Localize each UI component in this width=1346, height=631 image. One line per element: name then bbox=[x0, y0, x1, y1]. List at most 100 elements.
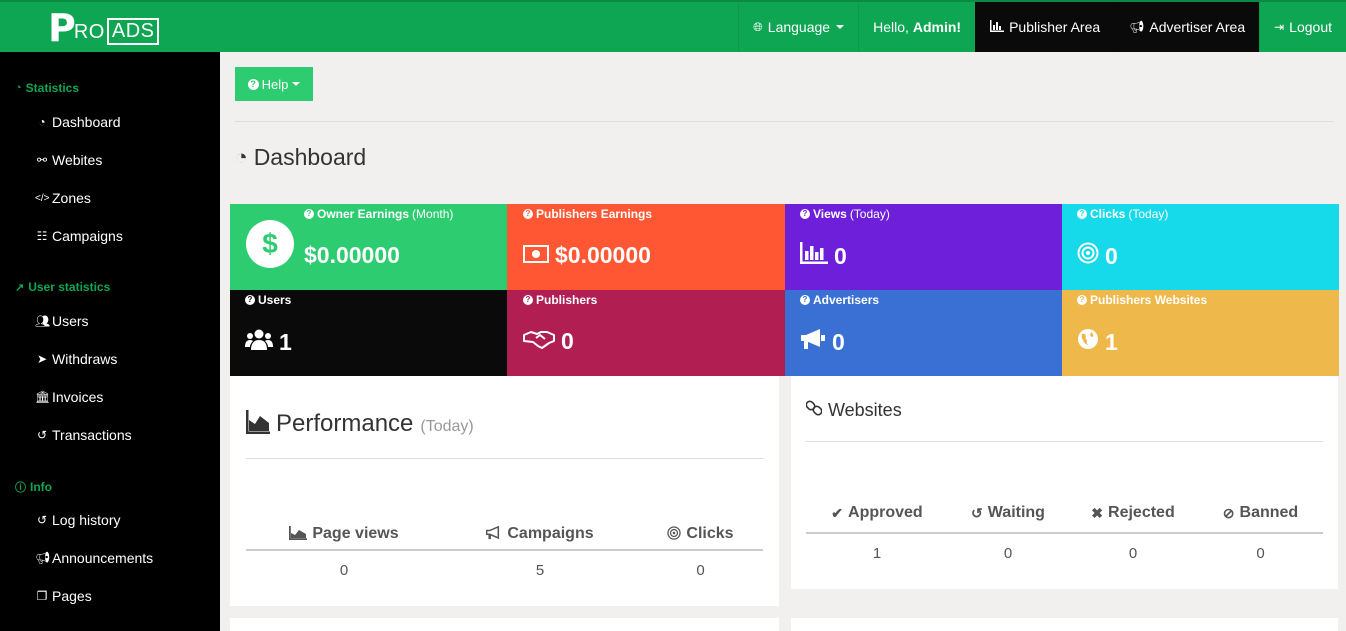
col-banned: ⊘ Banned bbox=[1198, 498, 1323, 528]
bank-icon: 🏛︎ bbox=[35, 390, 51, 404]
dashboard-icon: ◔ bbox=[15, 82, 22, 94]
hello-text: Hello, bbox=[873, 19, 909, 35]
top-navbar: P RO ADS 🌐︎ Language Hello, Admin! Publi… bbox=[0, 0, 1346, 52]
table-row: 1 0 0 0 bbox=[806, 541, 1323, 565]
col-clicks: Clicks bbox=[638, 519, 763, 549]
history-icon: ↺ bbox=[971, 504, 983, 521]
sidebar-item-websites[interactable]: ⚯ Webites bbox=[35, 152, 102, 168]
bullhorn-icon bbox=[800, 328, 826, 356]
tile-value: 1 bbox=[279, 328, 292, 355]
sidebar-item-zones[interactable]: </> Zones bbox=[35, 190, 91, 206]
tile-label: ? Publishers Earnings bbox=[523, 207, 652, 221]
tile-value-row: 0 bbox=[800, 242, 847, 270]
tile-publishers-earnings: ? Publishers Earnings $0.00000 bbox=[507, 204, 785, 290]
tile-value: 0 bbox=[832, 328, 845, 355]
sidebar-item-label: Campaigns bbox=[52, 228, 123, 244]
publisher-area-link[interactable]: Publisher Area bbox=[975, 2, 1115, 52]
users-icon bbox=[245, 328, 273, 356]
performance-sub: (Today) bbox=[420, 418, 474, 435]
tile-views: ? Views (Today) 0 bbox=[785, 204, 1062, 290]
copy-icon: ❐ bbox=[36, 589, 48, 603]
col-waiting: ↺ Waiting bbox=[948, 498, 1068, 528]
clicks-value: 0 bbox=[696, 561, 705, 579]
tile-label-text: Publishers Websites bbox=[1090, 293, 1208, 307]
question-icon: ? bbox=[1077, 209, 1087, 219]
chevron-down-icon bbox=[836, 25, 845, 29]
bullseye-icon bbox=[1077, 242, 1099, 270]
help-label: Help bbox=[261, 76, 289, 92]
performance-table-header: Page views Campaigns Clicks bbox=[246, 519, 763, 549]
divider bbox=[806, 532, 1323, 534]
tile-label-text: Publishers Earnings bbox=[536, 207, 653, 221]
advertiser-area-link[interactable]: 📢︎ Advertiser Area bbox=[1114, 2, 1260, 52]
sidebar-item-label: Withdraws bbox=[52, 351, 118, 367]
history-icon: ↺ bbox=[36, 428, 48, 442]
tile-label-sub: (Today) bbox=[1128, 207, 1169, 221]
sidebar-item-announcements[interactable]: 📢︎ Announcements bbox=[35, 550, 153, 566]
users-icon: 👥︎ bbox=[35, 314, 51, 328]
campaigns-value: 5 bbox=[535, 561, 545, 579]
logout-icon: ⇥ bbox=[1274, 20, 1285, 34]
bar-chart-icon bbox=[990, 19, 1005, 35]
header-text: Approved bbox=[848, 504, 923, 521]
col-page-views: Page views bbox=[246, 519, 442, 549]
chevron-down-icon bbox=[292, 82, 301, 86]
tile-label: ? Users bbox=[245, 293, 291, 307]
tile-label-sub: (Today) bbox=[849, 207, 890, 221]
sidebar-item-log-history[interactable]: ↺ Log history bbox=[35, 512, 121, 528]
tile-label: ? Owner Earnings (Month) bbox=[304, 207, 453, 221]
waiting-value: 0 bbox=[1003, 544, 1013, 562]
close-icon: ✖ bbox=[1091, 504, 1104, 521]
bullhorn-icon: 📢︎ bbox=[35, 551, 51, 565]
sidebar-item-withdraws[interactable]: ➤ Withdraws bbox=[35, 351, 117, 367]
divider bbox=[235, 121, 1334, 122]
tile-label-text: Owner Earnings bbox=[317, 207, 410, 221]
sidebar-item-label: Pages bbox=[52, 588, 92, 604]
question-icon: ? bbox=[523, 295, 533, 305]
sidebar-item-pages[interactable]: ❐ Pages bbox=[35, 588, 92, 604]
proads-logo[interactable]: P RO ADS bbox=[48, 6, 160, 50]
divider bbox=[246, 549, 763, 551]
sidebar-item-transactions[interactable]: ↺ Transactions bbox=[35, 427, 132, 443]
help-button[interactable]: ? Help bbox=[235, 67, 313, 101]
send-icon: ➤ bbox=[36, 352, 48, 366]
tile-label-text: Advertisers bbox=[813, 293, 880, 307]
approved-value: 1 bbox=[872, 544, 882, 562]
header-text: Waiting bbox=[987, 504, 1045, 521]
sidebar-item-dashboard[interactable]: ◔ Dashboard bbox=[35, 114, 121, 130]
sidebar-item-users[interactable]: 👥︎ Users bbox=[35, 313, 89, 329]
logout-link[interactable]: ⇥ Logout bbox=[1259, 2, 1346, 52]
sidebar-item-campaigns[interactable]: ☷ Campaigns bbox=[35, 228, 123, 244]
tile-clicks: ? Clicks (Today) 0 bbox=[1062, 204, 1339, 290]
sidebar-item-label: Transactions bbox=[52, 427, 132, 443]
tile-value-row: $0.00000 bbox=[523, 242, 651, 269]
sidebar-item-label: Users bbox=[52, 313, 89, 329]
database-icon: ☷ bbox=[36, 229, 48, 243]
tile-value-row: 0 bbox=[800, 328, 845, 356]
sidebar-item-label: Log history bbox=[52, 512, 121, 528]
publisher-area-label: Publisher Area bbox=[1009, 19, 1101, 35]
sidebar-section-statistics: ◔ Statistics bbox=[15, 81, 79, 95]
language-dropdown[interactable]: 🌐︎ Language bbox=[738, 2, 858, 52]
question-icon: ? bbox=[304, 209, 314, 219]
page-views-value: 0 bbox=[339, 561, 349, 579]
dollar-icon: $ bbox=[246, 220, 294, 268]
sidebar: ◔ Statistics ◔ Dashboard ⚯ Webites </> Z… bbox=[0, 52, 220, 631]
info-icon: ⓘ bbox=[15, 482, 26, 494]
tile-value: 0 bbox=[834, 242, 847, 269]
tile-value: $0.00000 bbox=[304, 242, 400, 268]
sidebar-item-label: Zones bbox=[52, 190, 91, 206]
tile-value: 0 bbox=[561, 328, 574, 354]
top-nav-menu: 🌐︎ Language Hello, Admin! Publisher Area… bbox=[738, 2, 1346, 52]
tile-label: ? Views (Today) bbox=[800, 207, 890, 221]
bottom-panel-right bbox=[791, 618, 1338, 631]
websites-table-header: ✔ Approved ↺ Waiting ✖ Rejected ⊘ Banned bbox=[806, 498, 1323, 528]
language-icon: 🌐︎ bbox=[753, 19, 763, 34]
sidebar-item-invoices[interactable]: 🏛︎ Invoices bbox=[35, 389, 103, 405]
header-text: Rejected bbox=[1108, 504, 1175, 521]
money-icon bbox=[523, 243, 549, 269]
logo-p: P bbox=[48, 6, 76, 50]
tile-label: ? Clicks (Today) bbox=[1077, 207, 1168, 221]
tile-label: ? Advertisers bbox=[800, 293, 879, 307]
sidebar-item-label: Dashboard bbox=[52, 114, 121, 130]
